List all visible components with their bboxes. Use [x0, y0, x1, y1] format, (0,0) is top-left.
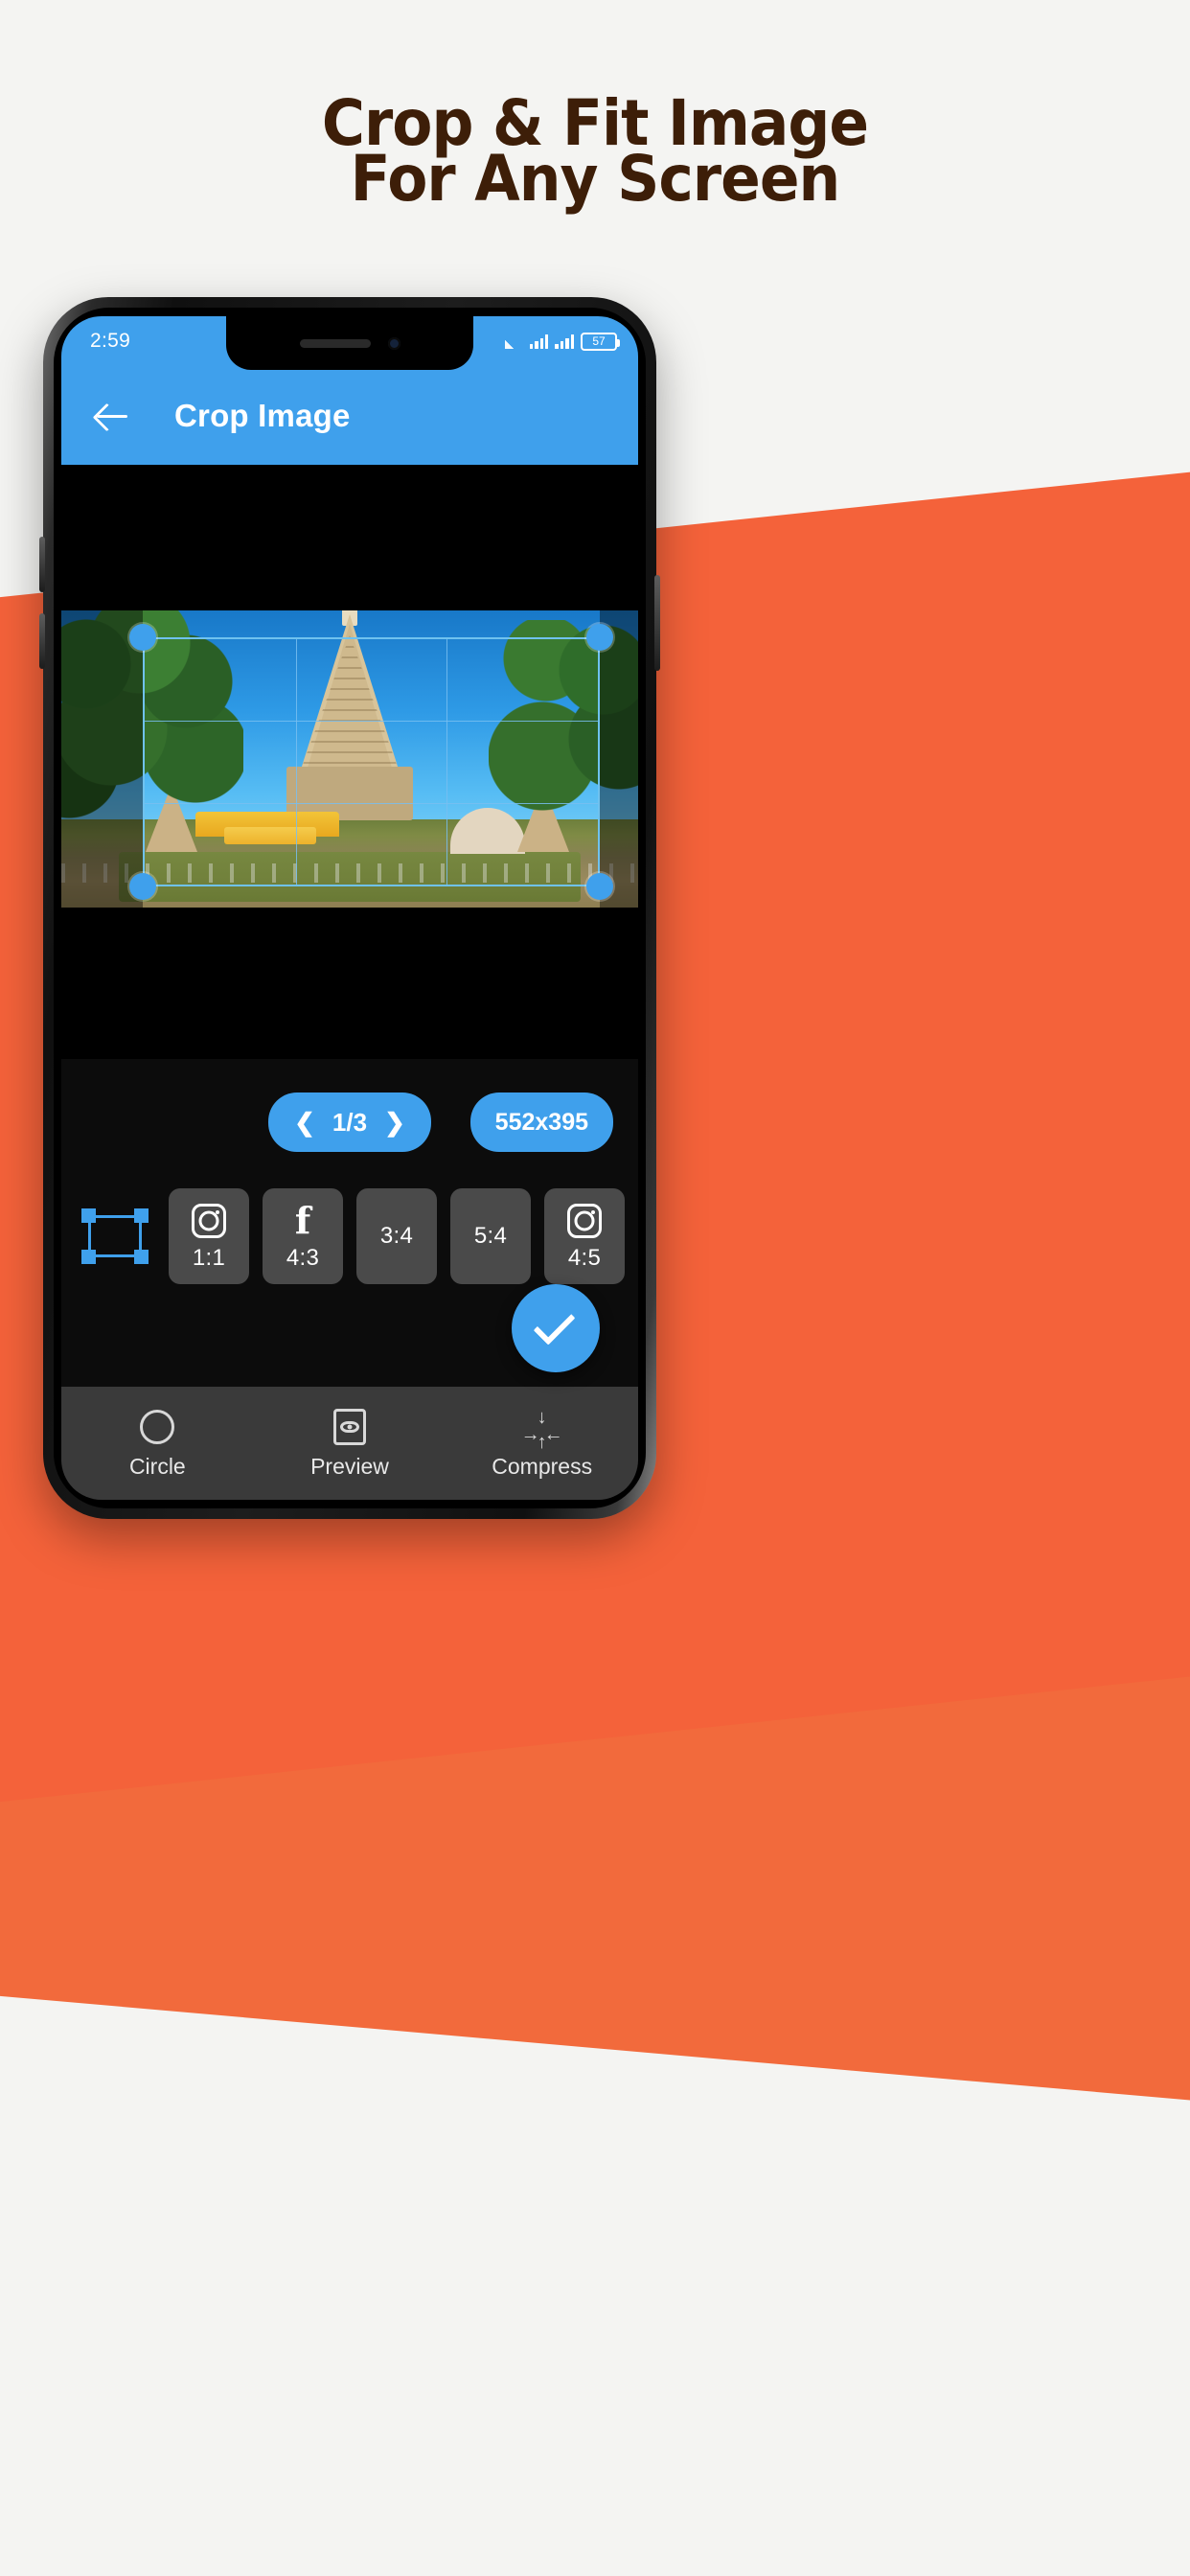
crop-dim-right	[600, 610, 638, 908]
aspect-ratio-facebook-4-3[interactable]: f 4:3	[263, 1188, 343, 1284]
crop-dim-top	[61, 465, 638, 610]
promo-headline: Crop & Fit Image For Any Screen	[0, 92, 1190, 216]
aspect-ratio-row: 1:1 f 4:3 3:4 5:4 4:5	[61, 1179, 638, 1294]
aspect-ratio-instagram-4-5[interactable]: 4:5	[544, 1188, 625, 1284]
crop-handle-top-left[interactable]	[129, 624, 156, 651]
aspect-ratio-3-4[interactable]: 3:4	[356, 1188, 437, 1284]
phone-screen: 2:59 57 Crop Image ❮ 1/3 ❯ 552x395 1:1 f…	[61, 316, 638, 1500]
bottom-toolbar: Circle Preview ↓ → ← ↑ Compress	[61, 1387, 638, 1500]
app-bar-row: Crop Image	[61, 366, 638, 465]
image-pager[interactable]: ❮ 1/3 ❯	[268, 1092, 431, 1152]
earpiece-speaker	[299, 338, 371, 348]
circle-icon	[140, 1408, 175, 1446]
facebook-icon: f	[294, 1199, 311, 1242]
crop-handle-top-right[interactable]	[586, 624, 613, 651]
front-camera	[387, 336, 400, 350]
aspect-ratio-label: 5:4	[473, 1223, 508, 1249]
volume-up-button[interactable]	[39, 537, 45, 592]
compress-arrows-icon: ↓ → ← ↑	[520, 1406, 563, 1453]
editor-area: ❮ 1/3 ❯ 552x395 1:1 f 4:3 3:4 5:4 4:5 Ci…	[61, 465, 638, 1500]
volume-down-button[interactable]	[39, 613, 45, 669]
page-title: Crop Image	[174, 397, 351, 433]
crop-dim-bottom	[61, 908, 638, 1059]
aspect-ratio-label: 4:5	[567, 1245, 602, 1271]
power-button[interactable]	[654, 575, 660, 671]
wifi-icon	[504, 334, 523, 349]
signal-bars-icon-1	[529, 334, 549, 349]
free-crop-icon	[81, 1208, 149, 1264]
instagram-icon	[567, 1201, 602, 1241]
aspect-ratio-label: 3:4	[379, 1223, 414, 1249]
chevron-left-icon[interactable]: ❮	[294, 1110, 315, 1135]
preview-eye-icon	[333, 1408, 366, 1446]
battery-percent: 57	[592, 334, 606, 348]
signal-bars-icon-2	[555, 334, 574, 349]
image-size-badge[interactable]: 552x395	[469, 1092, 613, 1152]
toolbar-item-preview[interactable]: Preview	[254, 1408, 446, 1480]
headline-line-2: For Any Screen	[350, 142, 841, 216]
phone-mockup: 2:59 57 Crop Image ❮ 1/3 ❯ 552x395 1:1 f…	[39, 297, 660, 1519]
aspect-ratio-instagram-1-1[interactable]: 1:1	[169, 1188, 249, 1284]
aspect-ratio-label: 4:3	[286, 1245, 320, 1271]
battery-icon: 57	[581, 332, 620, 351]
crop-handle-bottom-left[interactable]	[129, 873, 156, 900]
aspect-ratio-5-4[interactable]: 5:4	[450, 1188, 531, 1284]
confirm-crop-button[interactable]	[512, 1284, 600, 1372]
check-icon	[533, 1302, 576, 1346]
navigation-row: ❮ 1/3 ❯ 552x395	[61, 1078, 638, 1166]
toolbar-item-compress[interactable]: ↓ → ← ↑ Compress	[446, 1408, 638, 1480]
crop-selection-box[interactable]	[143, 637, 600, 886]
toolbar-label: Compress	[492, 1453, 593, 1479]
chevron-right-icon[interactable]: ❯	[384, 1110, 405, 1135]
page-counter: 1/3	[332, 1107, 368, 1137]
back-arrow-icon[interactable]	[92, 395, 134, 437]
instagram-icon	[192, 1201, 226, 1241]
image-canvas[interactable]	[61, 465, 638, 1059]
toolbar-label: Preview	[310, 1453, 389, 1479]
toolbar-item-circle[interactable]: Circle	[61, 1408, 254, 1480]
phone-notch	[226, 316, 473, 370]
status-time: 2:59	[90, 330, 131, 352]
toolbar-label: Circle	[128, 1453, 186, 1479]
crop-handle-bottom-right[interactable]	[586, 873, 613, 900]
aspect-ratio-free[interactable]	[75, 1188, 155, 1284]
status-icons: 57	[504, 332, 620, 351]
crop-dim-left	[61, 610, 143, 908]
aspect-ratio-label: 1:1	[192, 1245, 226, 1271]
